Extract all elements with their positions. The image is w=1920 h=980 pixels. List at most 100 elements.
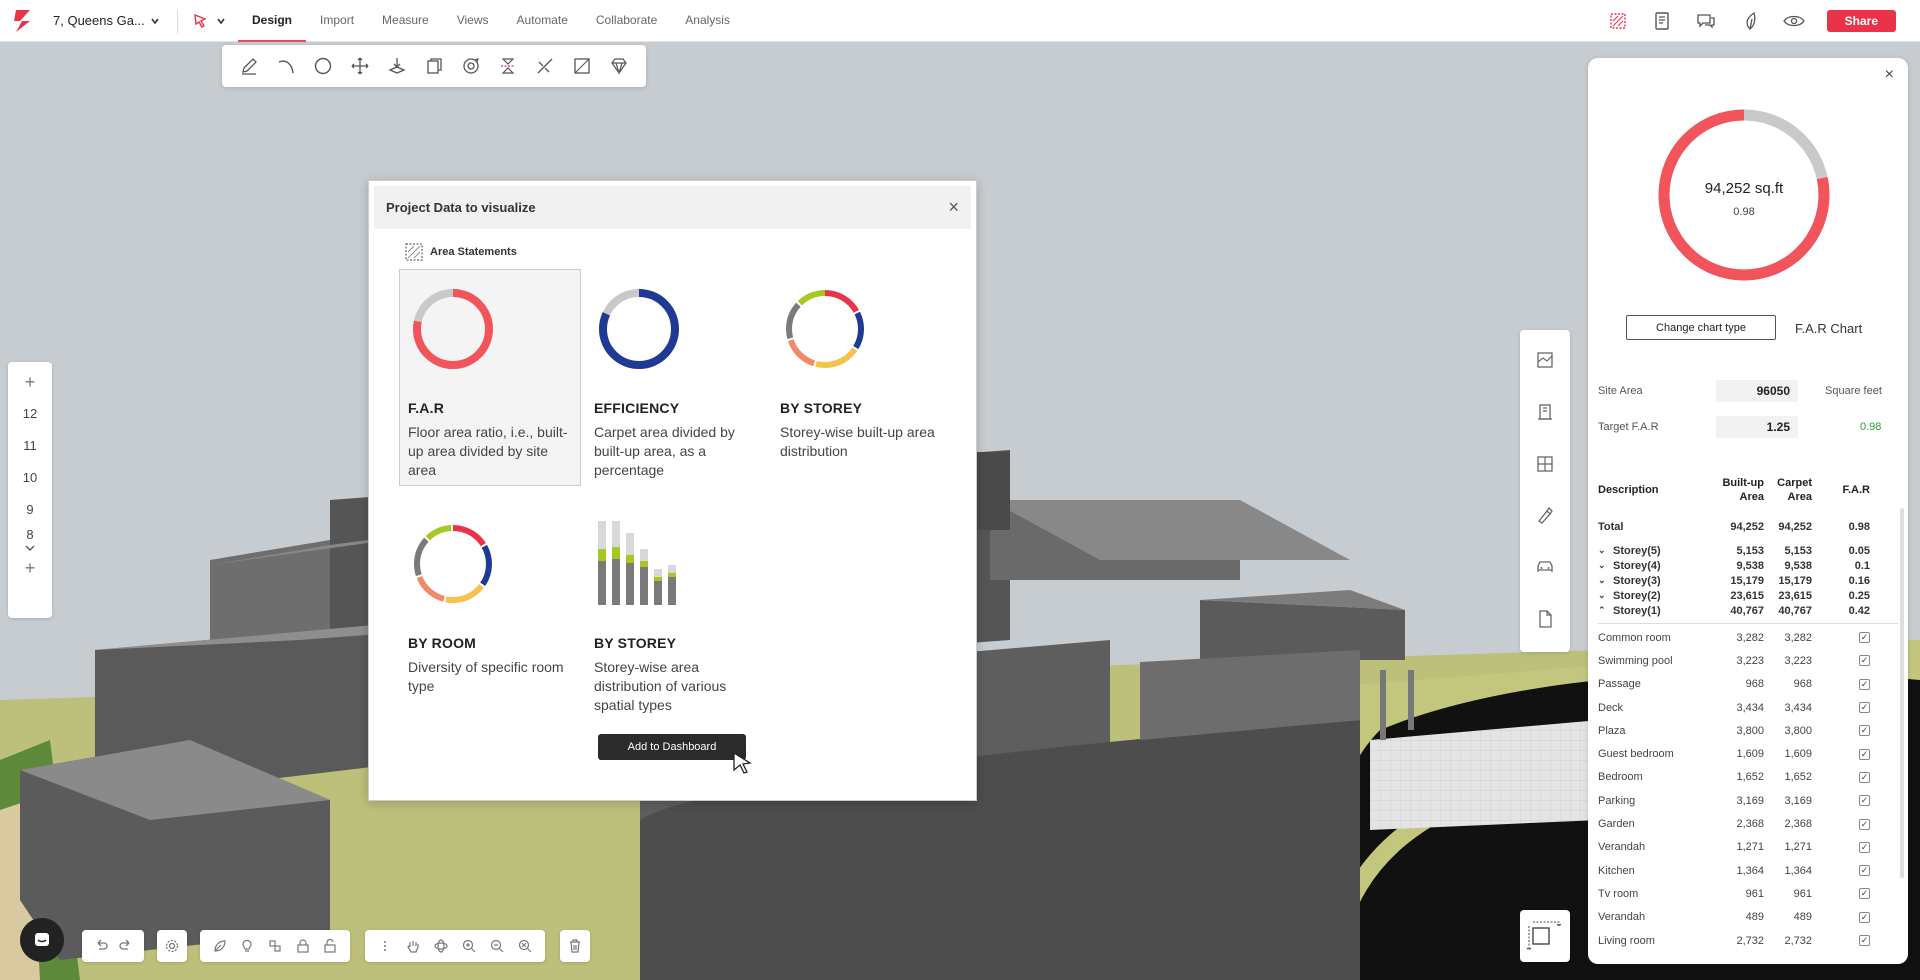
lock-icon[interactable] (293, 936, 313, 956)
include-checkbox[interactable]: ✓ (1859, 795, 1870, 807)
document-icon[interactable] (1535, 609, 1555, 632)
table-row-storey[interactable]: ⌄ Storey(5) 5,153 5,153 0.05 (1598, 543, 1898, 558)
chevron-down-icon[interactable] (24, 544, 36, 552)
include-checkbox[interactable]: ✓ (1859, 678, 1870, 690)
material-gem-icon[interactable] (607, 54, 631, 78)
move-icon[interactable] (348, 54, 372, 78)
leaf-icon[interactable] (210, 936, 230, 956)
include-checkbox[interactable]: ✓ (1859, 818, 1870, 830)
storey-level-9[interactable]: 9 (26, 494, 33, 526)
include-checkbox[interactable]: ✓ (1859, 655, 1870, 667)
layers-icon[interactable] (265, 936, 285, 956)
trash-icon[interactable] (566, 936, 584, 956)
zoom-in-icon[interactable] (459, 936, 479, 956)
brush-icon[interactable] (1535, 505, 1555, 528)
include-checkbox[interactable]: ✓ (1859, 888, 1870, 900)
chevron-icon[interactable]: ⌄ (1598, 545, 1608, 556)
chat-support-button[interactable] (20, 918, 64, 962)
menu-collaborate[interactable]: Collaborate (582, 0, 671, 42)
close-icon[interactable]: × (1885, 66, 1894, 84)
grid-icon[interactable] (1535, 454, 1555, 477)
menu-views[interactable]: Views (443, 0, 503, 42)
include-checkbox[interactable]: ✓ (1859, 911, 1870, 923)
panel-scrollbar[interactable] (1900, 508, 1904, 878)
unlock-icon[interactable] (320, 936, 340, 956)
circle-icon[interactable] (311, 54, 335, 78)
include-checkbox[interactable]: ✓ (1859, 632, 1870, 644)
pencil-icon[interactable] (237, 54, 261, 78)
more-vertical-icon[interactable] (375, 936, 395, 956)
app-logo[interactable] (12, 8, 34, 34)
share-button[interactable]: Share (1826, 10, 1896, 32)
top-right-actions: Share (1607, 0, 1896, 42)
arc-icon[interactable] (274, 54, 298, 78)
include-checkbox[interactable]: ✓ (1859, 725, 1870, 737)
chevron-icon[interactable]: ⌄ (1598, 560, 1608, 571)
table-row: Verandah 489 489 ✓ (1598, 906, 1898, 929)
site-area-input[interactable]: 96050 (1716, 380, 1798, 402)
storey-level-11[interactable]: 11 (23, 430, 37, 462)
include-checkbox[interactable]: ✓ (1859, 702, 1870, 714)
chart-card-efficiency[interactable]: EFFICIENCY Carpet area divided by built-… (585, 269, 767, 486)
add-storey-above-button[interactable]: + (25, 366, 36, 398)
include-checkbox[interactable]: ✓ (1859, 771, 1870, 783)
site-map-icon[interactable] (1535, 350, 1555, 373)
table-row-storey[interactable]: ⌄ Storey(2) 23,615 23,615 0.25 (1598, 588, 1898, 603)
chart-card-by-room[interactable]: BY ROOM Diversity of specific room type (399, 504, 581, 736)
lightbulb-icon[interactable] (237, 936, 257, 956)
add-to-dashboard-button[interactable]: Add to Dashboard (598, 734, 746, 760)
report-icon[interactable] (1651, 10, 1673, 32)
table-row-storey[interactable]: ⌃ Storey(1) 40,767 40,767 0.42 (1598, 603, 1898, 618)
gear-icon[interactable] (163, 936, 181, 956)
include-checkbox[interactable]: ✓ (1859, 748, 1870, 760)
storey-level-10[interactable]: 10 (23, 462, 37, 494)
car-parking-icon[interactable] (1535, 557, 1555, 580)
push-pull-icon[interactable] (385, 54, 409, 78)
chevron-icon[interactable]: ⌄ (1598, 590, 1608, 601)
menu-design[interactable]: Design (238, 0, 307, 42)
include-checkbox[interactable]: ✓ (1859, 841, 1870, 853)
row-built-up: 1,271 (1736, 841, 1764, 854)
building-icon[interactable] (1535, 402, 1555, 425)
menu-import[interactable]: Import (306, 0, 368, 42)
zoom-out-icon[interactable] (487, 936, 507, 956)
storey-level-8[interactable]: 8 (26, 526, 33, 544)
table-row-storey[interactable]: ⌄ Storey(3) 15,179 15,179 0.16 (1598, 573, 1898, 588)
row-checkbox-cell: ✓ (1812, 888, 1870, 900)
zoom-extents-icon[interactable] (515, 936, 535, 956)
close-icon[interactable]: × (948, 197, 959, 218)
preview-eye-icon[interactable] (1782, 10, 1805, 32)
chart-card-by-storey-donut[interactable]: BY STOREY Storey-wise built-up area dist… (771, 269, 953, 486)
add-storey-below-button[interactable]: + (25, 552, 36, 584)
table-row: Kitchen 1,364 1,364 ✓ (1598, 859, 1898, 882)
copy-icon[interactable] (422, 54, 446, 78)
pan-hand-icon[interactable] (403, 936, 423, 956)
mirror-icon[interactable] (496, 54, 520, 78)
change-chart-type-button[interactable]: Change chart type (1626, 315, 1776, 340)
rotate-icon[interactable] (459, 54, 483, 78)
comments-icon[interactable] (1695, 10, 1717, 32)
sustainability-leaf-icon[interactable] (1739, 10, 1761, 32)
include-checkbox[interactable]: ✓ (1859, 865, 1870, 877)
chart-card-far[interactable]: F.A.R Floor area ratio, i.e., built-up a… (399, 269, 581, 486)
chart-card-by-storey-stacked[interactable]: BY STOREY Storey-wise area distribution … (585, 504, 767, 736)
undo-icon[interactable] (91, 936, 111, 956)
menu-measure[interactable]: Measure (368, 0, 443, 42)
select-tool-dropdown[interactable] (192, 12, 226, 30)
area-statement-icon[interactable] (1607, 10, 1629, 32)
view-cube-minimap[interactable] (1520, 910, 1570, 962)
project-selector[interactable]: 7, Queens Ga... (53, 13, 163, 28)
chevron-icon[interactable]: ⌃ (1598, 605, 1608, 616)
orbit-icon[interactable] (431, 936, 451, 956)
chevron-icon[interactable]: ⌄ (1598, 575, 1608, 586)
storey-level-12[interactable]: 12 (23, 398, 37, 430)
stacked-bar-preview (594, 519, 758, 617)
slab-icon[interactable] (570, 54, 594, 78)
include-checkbox[interactable]: ✓ (1859, 935, 1870, 946)
target-far-input[interactable]: 1.25 (1716, 416, 1798, 438)
menu-analysis[interactable]: Analysis (671, 0, 744, 42)
split-icon[interactable] (533, 54, 557, 78)
menu-automate[interactable]: Automate (503, 0, 582, 42)
table-row-storey[interactable]: ⌄ Storey(4) 9,538 9,538 0.1 (1598, 558, 1898, 573)
redo-icon[interactable] (116, 936, 136, 956)
